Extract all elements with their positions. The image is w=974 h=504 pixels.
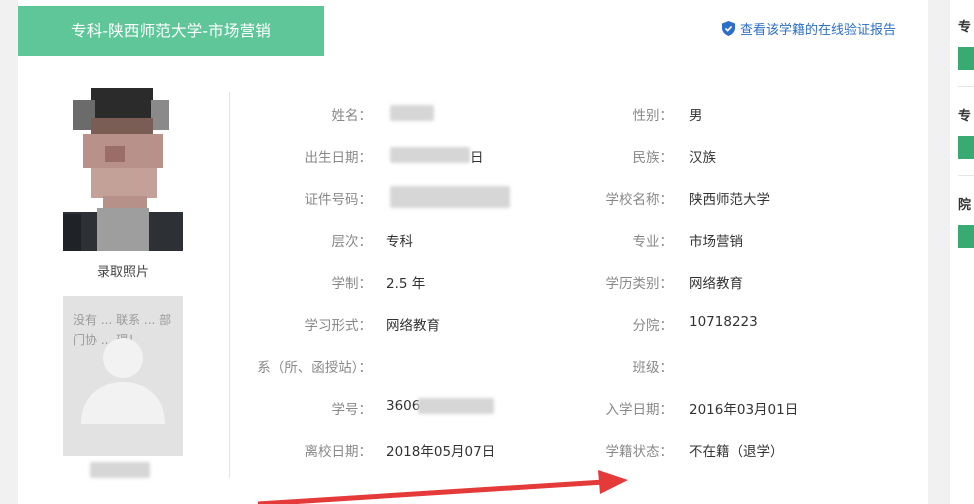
annotation-arrow xyxy=(257,470,628,504)
